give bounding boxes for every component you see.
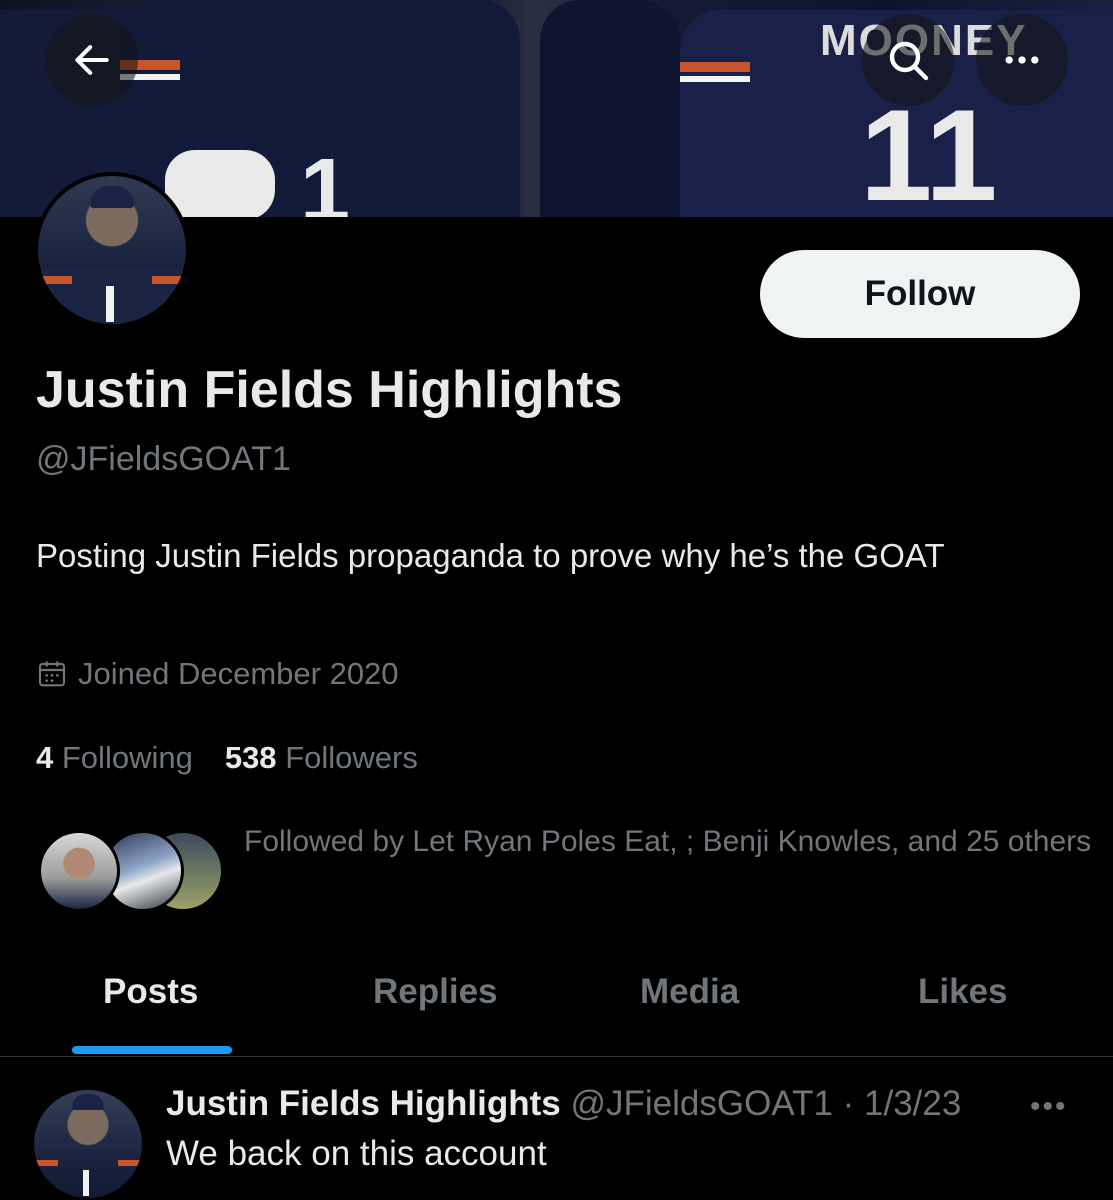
post-separator: · — [832, 1084, 865, 1123]
followers-count: 538 — [224, 740, 277, 775]
banner-number-left: 1 — [300, 141, 351, 217]
mutual-followers-avatars[interactable] — [38, 830, 224, 912]
following-link[interactable]: 4 Following — [36, 740, 193, 776]
post-author-name[interactable]: Justin Fields Highlights — [166, 1084, 561, 1123]
profile-bio: Posting Justin Fields propaganda to prov… — [36, 537, 945, 574]
search-button[interactable] — [862, 14, 954, 106]
back-button[interactable] — [46, 14, 138, 106]
profile-banner[interactable]: 1 MOONEY 11 — [0, 0, 1113, 217]
more-horizontal-icon — [1005, 56, 1039, 64]
following-count: 4 — [36, 740, 54, 775]
arrow-left-icon — [75, 45, 109, 75]
joined-date: Joined December 2020 — [36, 656, 399, 692]
post-header: Justin Fields Highlights @JFieldsGOAT1 ·… — [166, 1084, 961, 1124]
follow-button[interactable]: Follow — [760, 250, 1080, 338]
calendar-icon — [38, 661, 66, 687]
tab-posts[interactable]: Posts — [103, 972, 198, 1012]
active-tab-indicator — [72, 1046, 232, 1054]
post-date[interactable]: 1/3/23 — [864, 1084, 961, 1123]
followers-link[interactable]: 538 Followers — [225, 740, 418, 776]
joined-text: Joined December 2020 — [78, 656, 399, 691]
tab-replies[interactable]: Replies — [373, 972, 498, 1012]
profile-handle: @JFieldsGOAT1 — [36, 440, 291, 478]
tab-likes[interactable]: Likes — [918, 972, 1008, 1012]
followed-by-text[interactable]: Followed by Let Ryan Poles Eat, ; Benji … — [244, 818, 1094, 866]
profile-display-name: Justin Fields Highlights — [36, 361, 623, 419]
post-author-handle[interactable]: @JFieldsGOAT1 — [570, 1084, 832, 1123]
profile-avatar[interactable] — [34, 172, 190, 328]
post-author-avatar[interactable] — [34, 1090, 142, 1198]
follow-stats: 4 Following 538 Followers — [36, 740, 418, 776]
following-label: Following — [61, 740, 193, 775]
search-icon — [889, 41, 929, 81]
profile-tabs: Posts Replies Media Likes — [0, 960, 1113, 1057]
tab-media[interactable]: Media — [640, 972, 739, 1012]
mutual-follower-avatar — [38, 830, 120, 912]
followers-label: Followers — [285, 740, 418, 775]
post-more-button[interactable]: ••• — [1030, 1090, 1068, 1124]
post-text: We back on this account — [166, 1134, 547, 1173]
more-button[interactable] — [976, 14, 1068, 106]
